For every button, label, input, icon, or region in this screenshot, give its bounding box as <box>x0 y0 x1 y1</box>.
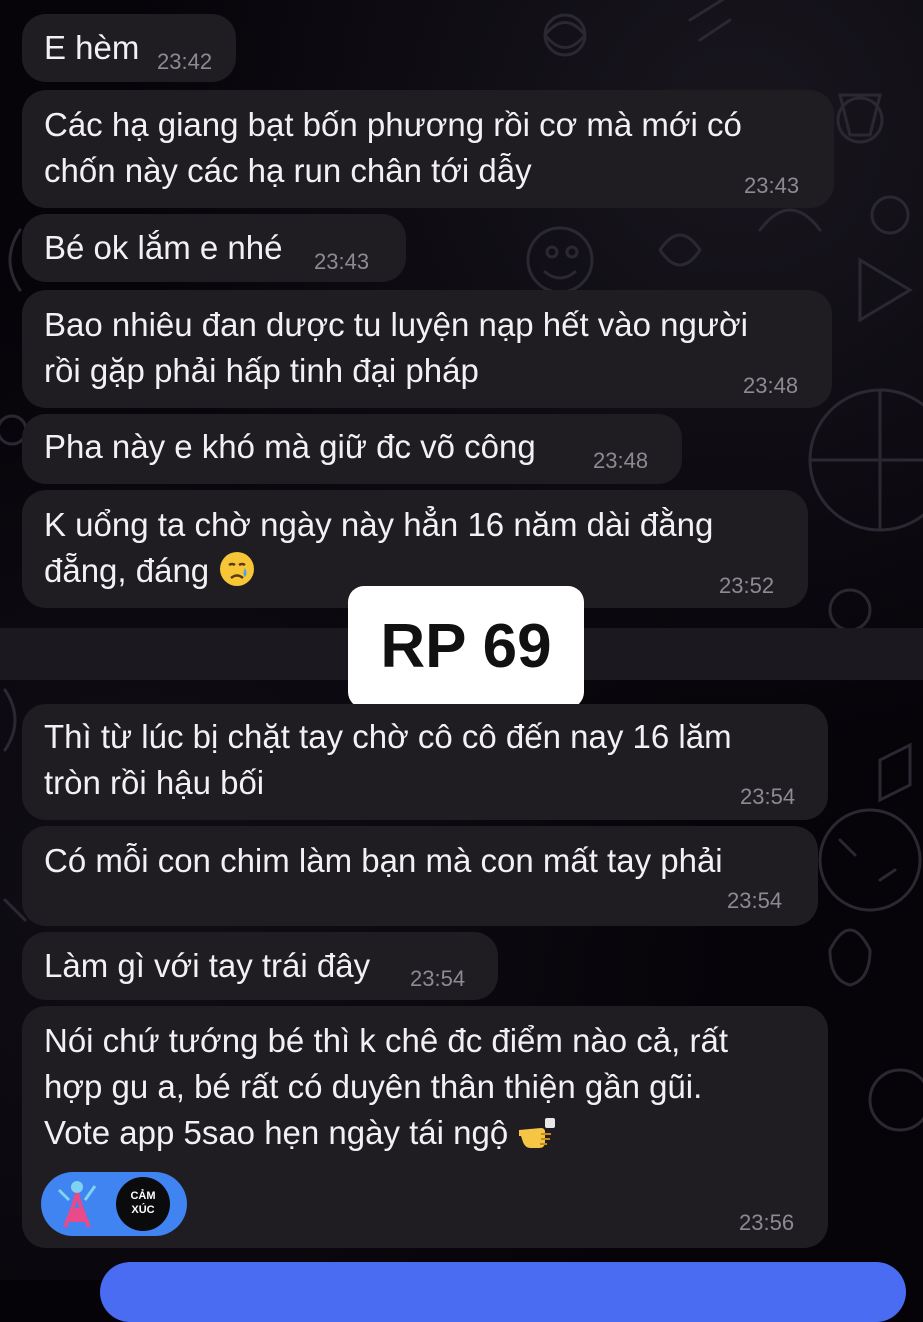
message-time: 23:43 <box>744 173 800 198</box>
message-bubble: Pha này e khó mà giữ đc võ công 23:48 <box>22 414 682 484</box>
pointing-hand-icon <box>517 1116 557 1162</box>
message-text-line-3: Vote app 5sao hẹn ngày tái ngộ <box>44 1110 557 1162</box>
message-time: 23:52 <box>719 573 775 598</box>
dancer-sticker-icon <box>57 1181 97 1228</box>
message-text: Pha này e khó mà giữ đc võ công <box>44 428 536 465</box>
message-text: Có mỗi con chim làm bạn mà con mất tay p… <box>44 842 723 879</box>
message-time: 23:54 <box>410 966 466 991</box>
message-text: Bao nhiêu đan dược tu luyện nạp hết vào … <box>44 306 748 389</box>
overlay-label-box: RP 69 <box>348 586 584 708</box>
message-composer[interactable] <box>100 1262 906 1322</box>
message-time: 23:48 <box>593 448 649 473</box>
message-bubble: Các hạ giang bạt bốn phương rồi cơ mà mớ… <box>22 90 834 208</box>
message-text: Các hạ giang bạt bốn phương rồi cơ mà mớ… <box>44 106 742 189</box>
message-bubble: E hèm 23:42 <box>22 14 236 82</box>
message-bubble: Có mỗi con chim làm bạn mà con mất tay p… <box>22 826 818 926</box>
crying-face-icon <box>218 550 256 600</box>
message-text-continuation: đẵng, đáng <box>44 552 210 589</box>
message-time: 23:48 <box>743 373 799 398</box>
message-bubble: Bé ok lắm e nhé 23:43 <box>22 214 406 282</box>
message-time: 23:43 <box>314 249 370 274</box>
overlay-label: RP 69 <box>380 612 552 681</box>
message-text: Nói chứ tướng bé thì k chê đc điểm nào c… <box>44 1022 728 1105</box>
message-bubble: Bao nhiêu đan dược tu luyện nạp hết vào … <box>22 290 832 408</box>
reaction-pill[interactable]: CẢM XÚC <box>41 1172 187 1236</box>
message-text: Bé ok lắm e nhé <box>44 229 283 266</box>
message-text: K uổng ta chờ ngày này hẳn 16 năm dài đằ… <box>44 506 714 543</box>
emotion-label-line-2: XÚC <box>131 1204 155 1216</box>
message-text: Làm gì với tay trái đây <box>44 947 371 984</box>
message-text-line-2: đẵng, đáng <box>44 548 256 600</box>
message-time: 23:56 <box>739 1210 795 1235</box>
message-text: Thì từ lúc bị chặt tay chờ cô cô đến nay… <box>44 718 732 801</box>
message-text-continuation: Vote app 5sao hẹn ngày tái ngộ <box>44 1114 509 1151</box>
emotion-label-line-1: CẢM <box>130 1190 156 1202</box>
message-text: E hèm <box>44 29 140 66</box>
message-bubble: Thì từ lúc bị chặt tay chờ cô cô đến nay… <box>22 704 828 820</box>
emotion-icon: CẢM XÚC <box>116 1177 170 1231</box>
message-time: 23:54 <box>727 888 783 913</box>
message-time: 23:54 <box>740 784 796 809</box>
message-time: 23:42 <box>157 49 213 74</box>
message-bubble: Làm gì với tay trái đây 23:54 <box>22 932 498 1000</box>
